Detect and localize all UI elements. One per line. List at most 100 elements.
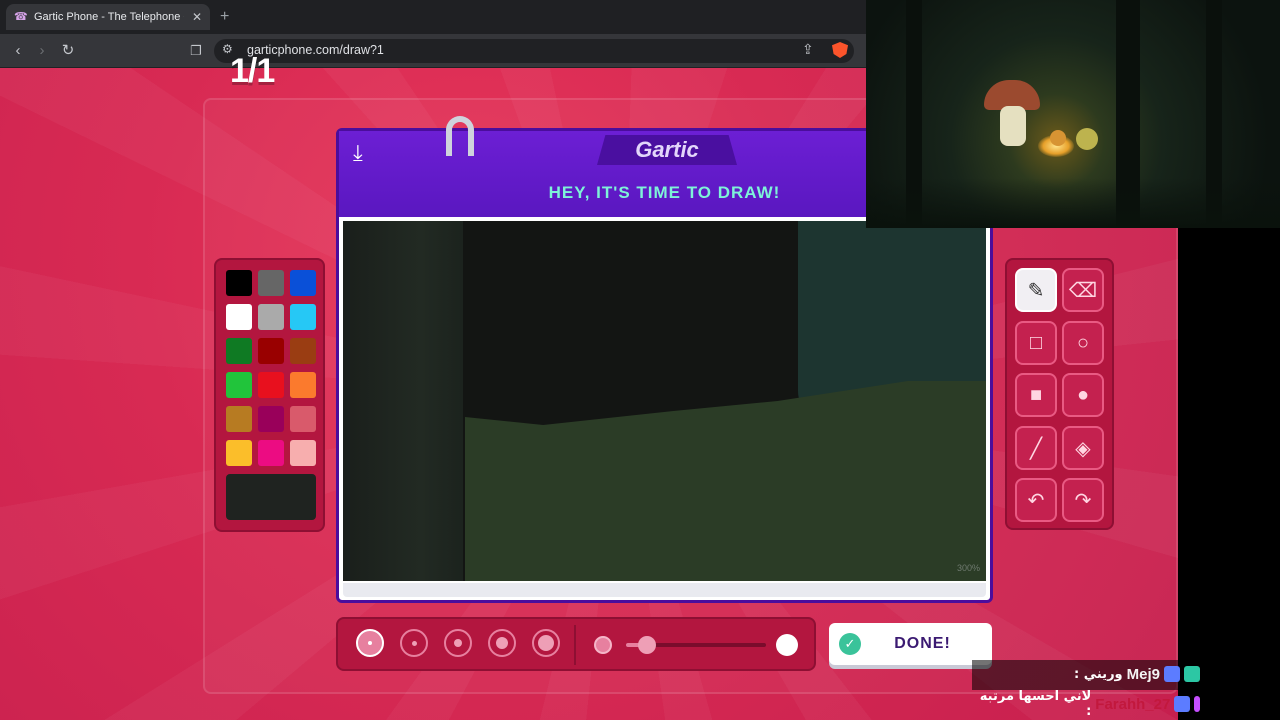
brush-dot-icon [454, 639, 462, 647]
color-palette [214, 258, 325, 532]
browser-toolbar: ‹ › ↻ ❐ ⚙ garticphone.com/draw?1 ⇪ [0, 34, 866, 68]
brush-dot-icon [411, 640, 417, 646]
line-icon: ╱ [1029, 437, 1043, 460]
brush-size-1[interactable] [356, 629, 384, 657]
color-swatch[interactable] [226, 372, 252, 398]
browser-tab[interactable]: ☎ Gartic Phone - The Telephone Ga ✕ [6, 4, 210, 30]
color-swatch[interactable] [258, 304, 284, 330]
circle-outline-icon: ○ [1076, 331, 1090, 354]
brush-dot-icon [496, 637, 508, 649]
color-swatch[interactable] [226, 406, 252, 432]
stream-chat: Mej9 وريني : Farahh_27 لاني احسها مرتبه … [972, 660, 1280, 720]
close-tab-icon[interactable]: ✕ [192, 10, 202, 24]
circle-filled-icon: ● [1076, 383, 1090, 406]
color-swatch[interactable] [258, 440, 284, 466]
fill-bucket-tool[interactable]: ◈ [1062, 426, 1104, 470]
frog-creature [1076, 128, 1098, 150]
telephone-favicon-icon: ☎ [14, 11, 28, 23]
chat-text: وريني : [1074, 666, 1123, 682]
mushroom-stem [1000, 106, 1026, 146]
brush-size-3[interactable] [444, 629, 472, 657]
redo-icon: ↷ [1074, 489, 1092, 512]
logo-plate: Gartic [597, 135, 737, 165]
color-swatch[interactable] [258, 372, 284, 398]
forward-arrow-icon[interactable]: › [32, 41, 52, 61]
color-swatch[interactable] [226, 270, 252, 296]
color-swatch[interactable] [226, 338, 252, 364]
eraser-icon: ⌫ [1068, 279, 1098, 302]
chat-username: Mej9 [1126, 665, 1160, 683]
chat-username: Farahh_27 [1095, 695, 1171, 713]
color-swatch[interactable] [290, 304, 316, 330]
browser-tab-strip: ☎ Gartic Phone - The Telephone Ga ✕ + [0, 0, 866, 34]
bookmark-icon[interactable]: ❐ [186, 41, 206, 61]
color-swatch[interactable] [258, 270, 284, 296]
brush-size-2[interactable] [400, 629, 428, 657]
pencil-icon: ✎ [1027, 279, 1045, 302]
ellipse-fill-tool[interactable]: ● [1062, 373, 1104, 417]
brush-dot-icon [538, 635, 554, 651]
brush-options-bar [336, 617, 816, 671]
chat-badge-icon [1174, 696, 1191, 712]
address-field[interactable]: ⚙ garticphone.com/draw?1 ⇪ [214, 39, 854, 63]
board-footer [343, 583, 986, 597]
bucket-icon: ◈ [1075, 437, 1091, 460]
color-swatch[interactable] [290, 338, 316, 364]
grass-shadow [866, 178, 1280, 228]
color-swatch[interactable] [290, 440, 316, 466]
screen: ☎ Gartic Phone - The Telephone Ga ✕ + ‹ … [0, 0, 1280, 720]
new-tab-icon[interactable]: + [220, 8, 229, 26]
binder-ring-icon [446, 116, 474, 156]
brave-shield-icon[interactable] [832, 42, 848, 58]
chat-badge-icon [1164, 666, 1180, 682]
undo-icon: ↶ [1027, 489, 1045, 512]
chat-text: لاني احسها مرتبه : [979, 689, 1092, 719]
canvas-tree-trunk [343, 221, 473, 581]
small-creature [1050, 130, 1066, 146]
pencil-tool[interactable]: ✎ [1015, 268, 1057, 312]
brush-dot-icon [368, 641, 372, 645]
eraser-tool[interactable]: ⌫ [1062, 268, 1104, 312]
color-swatch[interactable] [290, 406, 316, 432]
share-icon[interactable]: ⇪ [802, 41, 814, 58]
chat-message: Mej9 وريني : [1074, 662, 1200, 686]
check-icon: ✓ [839, 633, 861, 655]
undo-button[interactable]: ↶ [1015, 478, 1057, 522]
chat-badge-icon [1184, 666, 1200, 682]
color-swatch[interactable] [290, 372, 316, 398]
rectangle-outline-tool[interactable]: □ [1015, 321, 1057, 365]
drawing-canvas[interactable]: 300% [343, 221, 986, 581]
current-color-preview [226, 474, 316, 520]
tool-panel: ✎ ⌫ □ ○ ■ ● ╱ ◈ ↶ ↷ [1005, 258, 1114, 530]
line-tool[interactable]: ╱ [1015, 426, 1057, 470]
done-button[interactable]: ✓ DONE! [829, 623, 992, 665]
download-icon[interactable]: ⤓ [353, 141, 377, 165]
redo-button[interactable]: ↷ [1062, 478, 1104, 522]
opacity-low-icon [594, 636, 612, 654]
chat-message: Farahh_27 لاني احسها مرتبه : [972, 689, 1200, 719]
zoom-level: 300% [956, 563, 980, 573]
square-outline-icon: □ [1029, 331, 1043, 354]
divider [574, 625, 576, 665]
back-arrow-icon[interactable]: ‹ [8, 41, 28, 61]
round-counter: 1/1 [230, 52, 275, 90]
tab-title: Gartic Phone - The Telephone Ga [34, 11, 184, 23]
opacity-high-icon [776, 634, 798, 656]
color-swatch[interactable] [290, 270, 316, 296]
stream-overlay-image [866, 0, 1280, 228]
reload-icon[interactable]: ↻ [58, 41, 78, 61]
stream-side-area [1178, 228, 1280, 720]
brush-size-5[interactable] [532, 629, 560, 657]
opacity-slider-handle[interactable] [638, 636, 656, 654]
gartic-logo: Gartic [635, 137, 699, 162]
ellipse-outline-tool[interactable]: ○ [1062, 321, 1104, 365]
color-swatch[interactable] [226, 304, 252, 330]
color-swatch[interactable] [258, 406, 284, 432]
chat-badge-icon [1194, 696, 1200, 712]
color-swatch[interactable] [226, 440, 252, 466]
done-label: DONE! [894, 635, 951, 652]
brush-size-4[interactable] [488, 629, 516, 657]
rectangle-fill-tool[interactable]: ■ [1015, 373, 1057, 417]
color-swatch[interactable] [258, 338, 284, 364]
square-filled-icon: ■ [1029, 383, 1043, 406]
